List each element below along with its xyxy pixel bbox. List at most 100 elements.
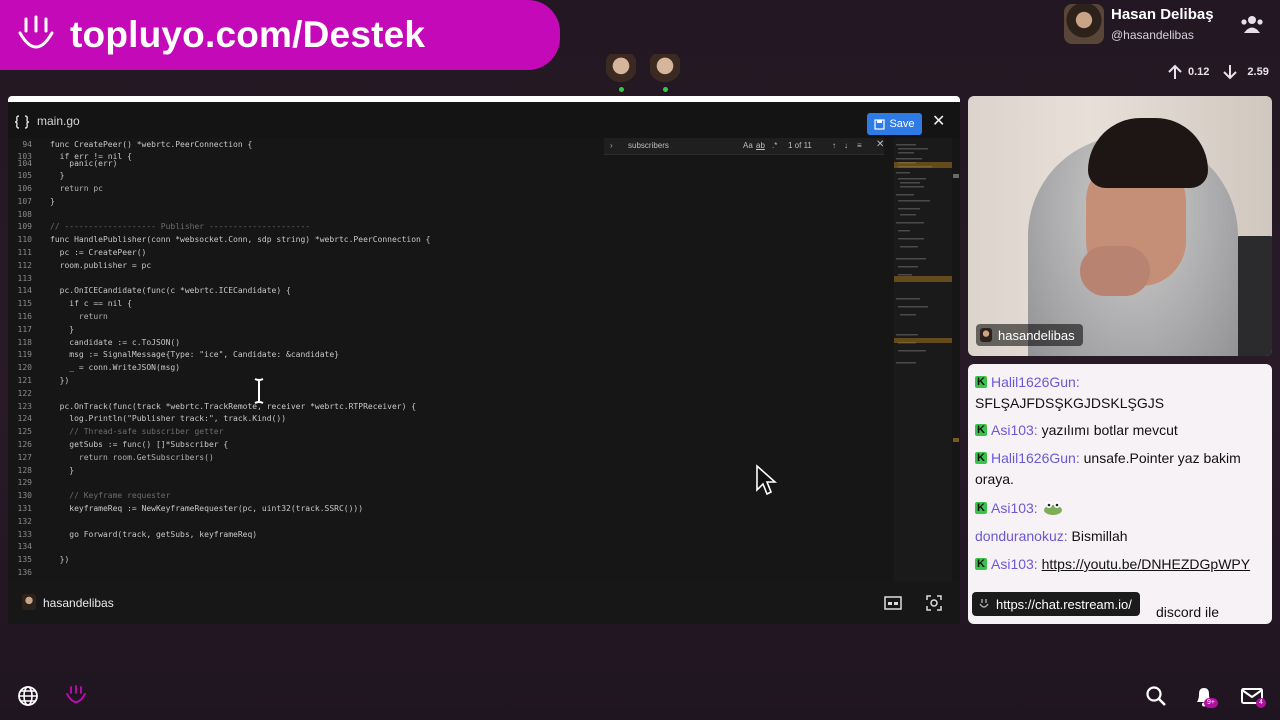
- globe-icon[interactable]: [16, 684, 40, 708]
- kick-icon: [975, 372, 987, 393]
- code-line: 125 // Thread-safe subscriber getter: [8, 425, 598, 438]
- find-in-selection-icon[interactable]: ≡: [857, 141, 862, 150]
- kick-icon: [975, 498, 987, 519]
- save-button[interactable]: Save: [867, 113, 922, 135]
- profile-name: Hasan Delibaş: [1111, 6, 1214, 23]
- code-line: 116 return: [8, 310, 598, 323]
- minimap[interactable]: [894, 138, 952, 582]
- find-expand-icon[interactable]: ›: [610, 141, 613, 150]
- search-icon[interactable]: [1144, 684, 1168, 708]
- line-number: 122: [17, 389, 32, 398]
- line-number: 105: [17, 171, 32, 180]
- viewer-avatar[interactable]: [650, 54, 680, 92]
- smile-logo-icon: [18, 15, 54, 49]
- code-text: return pc: [50, 184, 103, 193]
- code-line: 134: [8, 540, 598, 553]
- code-line: 115 if c == nil {: [8, 297, 598, 310]
- code-line: 106 return pc: [8, 182, 598, 195]
- previous-match-icon[interactable]: ↑: [832, 141, 836, 150]
- chat-user[interactable]: Asi103:: [991, 500, 1038, 516]
- code-line: 126 getSubs := func() []*Subscriber {: [8, 438, 598, 451]
- code-text: }: [50, 197, 55, 206]
- chat-message: Asi103:: [975, 498, 1267, 519]
- find-widget: › subscribers Aa ab .* 1 of 11 ↑ ↓ ≡ ✕: [604, 138, 884, 155]
- upload-value: 0.12: [1188, 66, 1210, 78]
- line-number: 125: [17, 427, 32, 436]
- line-number: 135: [17, 555, 32, 564]
- file-tab[interactable]: main.go: [37, 114, 80, 128]
- code-window: main.go Save ✕ 94 func CreatePeer() *webr…: [8, 96, 960, 624]
- save-icon: [874, 118, 886, 130]
- line-number: 116: [17, 312, 32, 321]
- code-text: // Keyframe requester: [50, 491, 171, 500]
- chat-link[interactable]: https://youtu.be/DNHEZDGpWPY: [1042, 556, 1251, 572]
- line-number: 114: [17, 286, 32, 295]
- chat-message: Asi103: yazılımı botlar mevcut: [975, 420, 1267, 441]
- code-text: return: [50, 312, 108, 321]
- code-line: 120 _ = conn.WriteJSON(msg): [8, 361, 598, 374]
- chat-user[interactable]: donduranokuz:: [975, 528, 1068, 544]
- code-line: 117 }: [8, 323, 598, 336]
- webcam-name: hasandelibas: [998, 327, 1075, 343]
- chat-user[interactable]: Halil1626Gun:: [991, 374, 1080, 390]
- line-number: 106: [17, 184, 32, 193]
- chat-text: yazılımı botlar mevcut: [1041, 422, 1178, 438]
- code-line: 132: [8, 515, 598, 528]
- download-arrow-icon: [1223, 65, 1238, 80]
- smile-icon: [979, 599, 989, 608]
- network-stats: 0.12 2.59: [1166, 63, 1269, 81]
- regex-toggle[interactable]: .*: [772, 141, 777, 150]
- whole-word-toggle[interactable]: ab: [756, 141, 765, 150]
- code-line: 105 }: [8, 169, 598, 182]
- close-button[interactable]: ✕: [932, 114, 945, 130]
- profile-avatar[interactable]: [1064, 4, 1104, 44]
- line-number: 129: [17, 478, 32, 487]
- code-line: 112 room.publisher = pc: [8, 259, 598, 272]
- text-cursor-icon: [254, 378, 264, 404]
- chat-message: donduranokuz: Bismillah: [975, 526, 1267, 547]
- chat-message: Asi103: https://youtu.be/DNHEZDGpWPY: [975, 554, 1267, 578]
- viewer-avatar[interactable]: [606, 54, 636, 92]
- line-number: 109: [17, 222, 32, 231]
- code-line: 114 pc.OnICECandidate(func(c *webrtc.ICE…: [8, 284, 598, 297]
- chat-url-bar[interactable]: https://chat.restream.io/: [972, 592, 1140, 616]
- line-number: 124: [17, 414, 32, 423]
- find-input[interactable]: subscribers: [628, 141, 669, 150]
- code-line: 131 keyframeReq := NewKeyframeRequester(…: [8, 502, 598, 515]
- chat-text: SFLŞAJFDSŞKGJDSKLŞGJS: [975, 395, 1165, 411]
- chat-message: Halil1626Gun: unsafe.Pointer yaz bakim o…: [975, 448, 1267, 490]
- code-line: 127 return room.GetSubscribers(): [8, 451, 598, 464]
- caption-icon[interactable]: [884, 596, 902, 610]
- share-bottom-bar: hasandelibas: [8, 582, 960, 624]
- line-number: 111: [17, 248, 32, 257]
- smile-icon[interactable]: [64, 684, 88, 708]
- chat-user[interactable]: Halil1626Gun:: [991, 450, 1080, 466]
- chat-panel[interactable]: Halil1626Gun: SFLŞAJFDSŞKGJDSKLŞGJS Asi1…: [968, 364, 1272, 624]
- screenshot-icon[interactable]: [926, 595, 942, 611]
- braces-icon: [14, 115, 30, 129]
- mouse-pointer-icon: [756, 464, 777, 496]
- code-text: room.publisher = pc: [50, 261, 152, 270]
- banner[interactable]: topluyo.com/Destek: [0, 0, 560, 70]
- chat-user[interactable]: Asi103:: [991, 422, 1038, 438]
- people-icon[interactable]: [1240, 14, 1264, 34]
- code-text: keyframeReq := NewKeyframeRequester(pc, …: [50, 504, 364, 513]
- close-find-icon[interactable]: ✕: [876, 139, 884, 150]
- line-number: 121: [17, 376, 32, 385]
- line-number: 136: [17, 568, 32, 577]
- mail-badge: 4: [1256, 698, 1266, 708]
- chat-user[interactable]: Asi103:: [991, 556, 1038, 572]
- kick-icon: [975, 554, 987, 575]
- frog-emote-icon: [1043, 502, 1062, 515]
- webcam-avatar: [980, 328, 992, 342]
- code-editor[interactable]: 94 func CreatePeer() *webrtc.PeerConnecti…: [8, 138, 892, 582]
- save-label: Save: [889, 118, 915, 130]
- match-case-toggle[interactable]: Aa: [743, 141, 753, 150]
- banner-text: topluyo.com/Destek: [70, 14, 426, 55]
- code-text: }): [50, 376, 70, 385]
- webcam-feed[interactable]: hasandelibas: [968, 96, 1272, 356]
- editor-scrollbar[interactable]: [952, 138, 960, 582]
- code-text: }: [50, 325, 75, 334]
- next-match-icon[interactable]: ↓: [844, 141, 848, 150]
- code-text: return room.GetSubscribers(): [50, 453, 214, 462]
